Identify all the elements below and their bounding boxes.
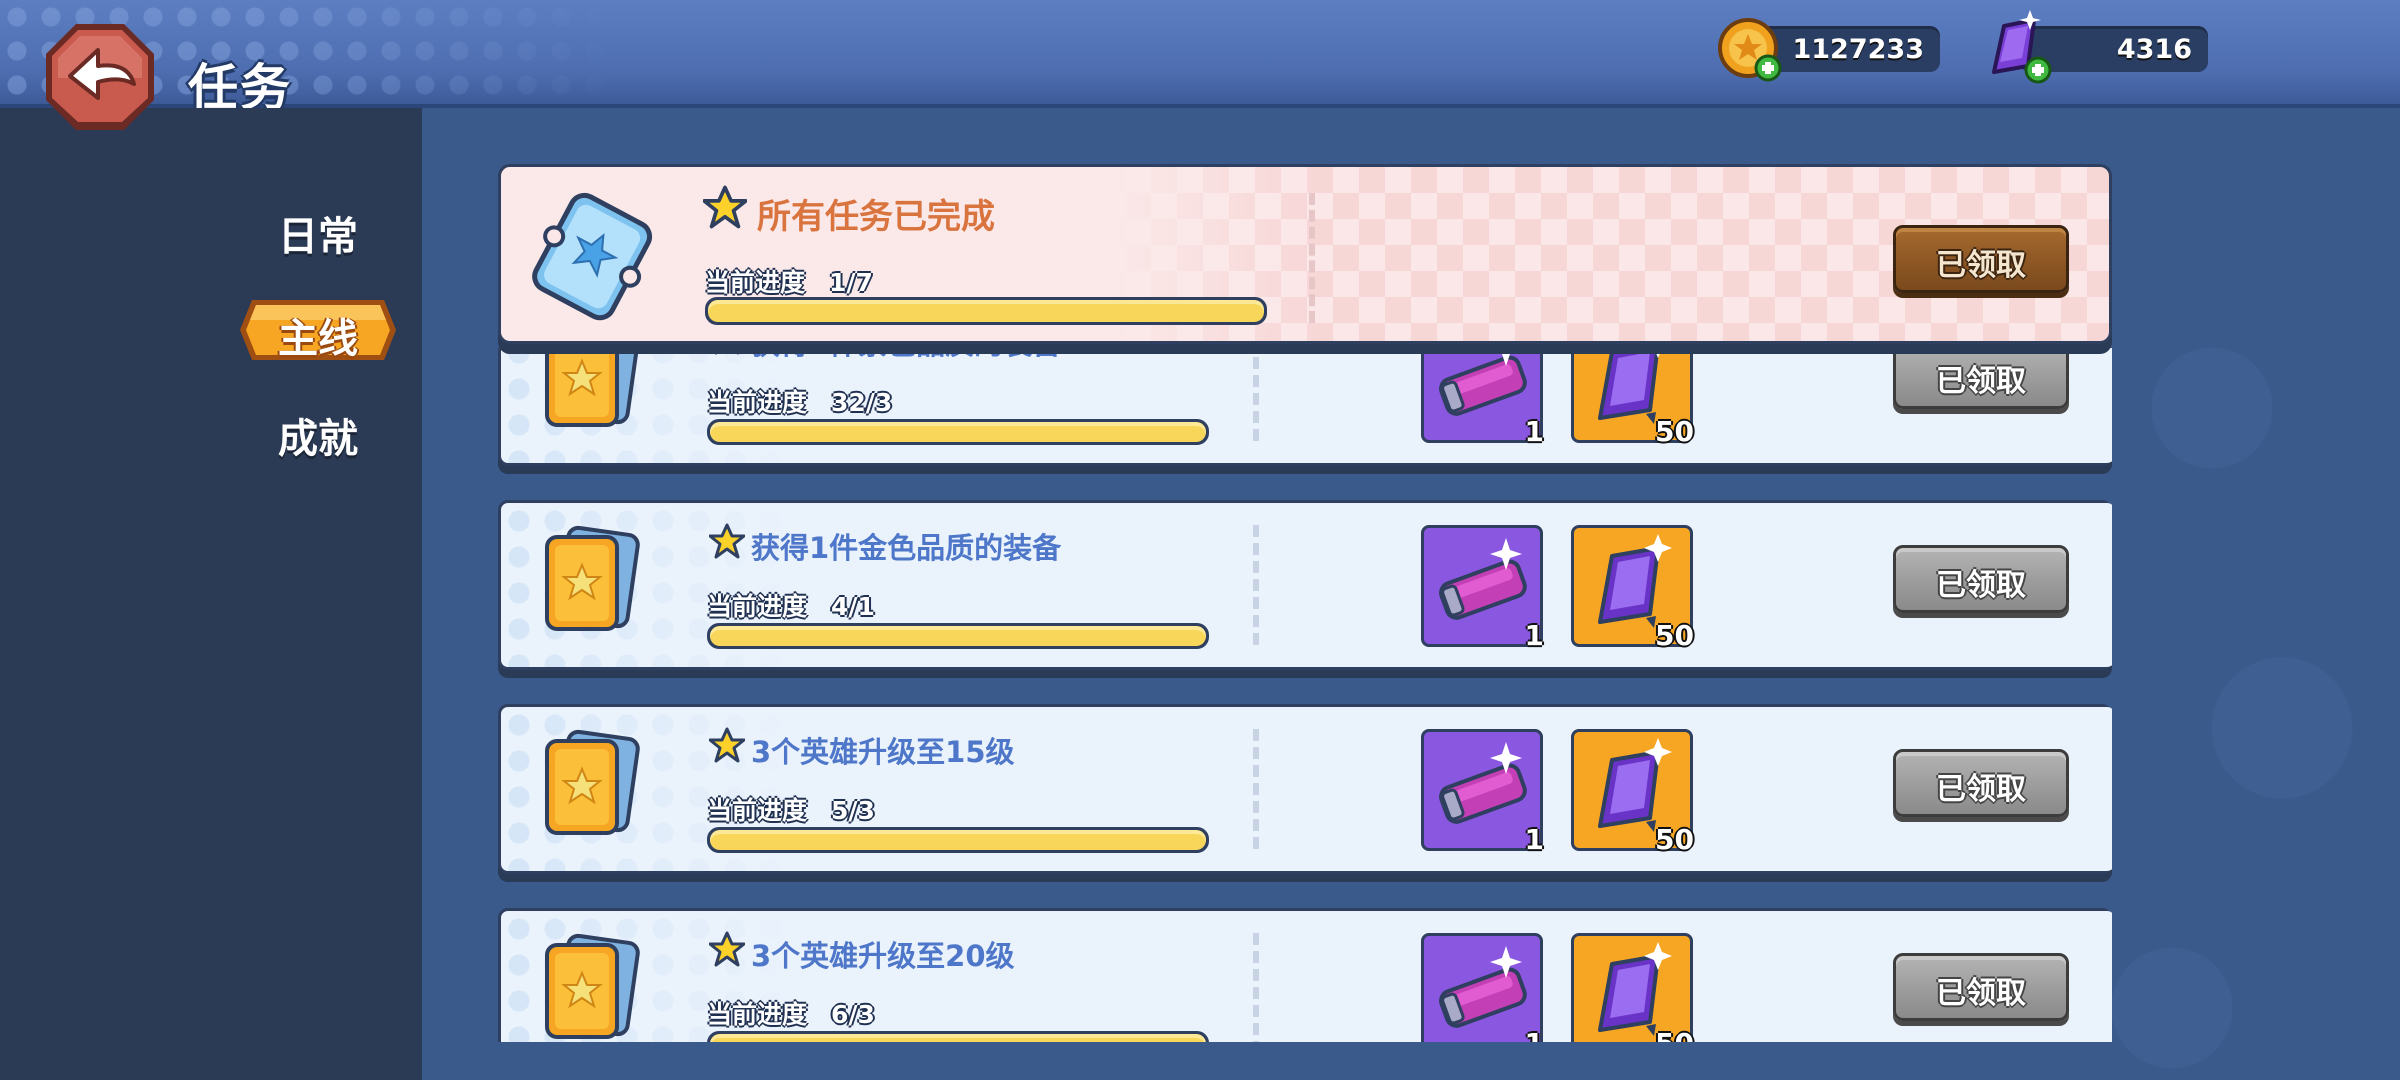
sidebar xyxy=(0,108,422,1080)
divider xyxy=(1253,348,1259,441)
all-tasks-summary-card: 所有任务已完成 当前进度 1/7 已领取 xyxy=(498,164,2112,344)
reward-slot[interactable]: 50 xyxy=(1571,729,1694,856)
progress-label: 当前进度 5/3 xyxy=(707,796,875,825)
task-list[interactable]: 获得1件紫色品质的装备 当前进度32/3 1 50 已领取 获得1件金色品质的装… xyxy=(498,348,2112,1042)
task-card: 获得1件金色品质的装备 当前进度 4/1 1 50 已领取 xyxy=(498,500,2112,670)
reward-count: 50 xyxy=(1655,619,1694,652)
task-title: 获得1件金色品质的装备 xyxy=(709,523,1061,567)
sidebar-item-achievements[interactable]: 成就 xyxy=(278,406,358,464)
progress-label: 当前进度 32/3 xyxy=(707,388,893,417)
summary-title: 所有任务已完成 xyxy=(703,185,995,238)
claimed-button[interactable]: 已领取 xyxy=(1893,545,2069,613)
claimed-button[interactable]: 已领取 xyxy=(1893,953,2069,1021)
task-card-icon xyxy=(545,729,640,835)
progress-bar xyxy=(707,419,1209,445)
purple-gem-icon[interactable] xyxy=(1982,8,2052,88)
progress-fill xyxy=(708,300,1264,322)
progress-value: 4/1 xyxy=(831,592,875,621)
star-icon xyxy=(709,727,745,763)
sidebar-item-main-label: 主线 xyxy=(278,316,358,362)
reward-slot[interactable]: 50 xyxy=(1571,348,1694,448)
reward-count: 50 xyxy=(1655,823,1694,856)
divider xyxy=(1309,193,1315,323)
progress-bar xyxy=(705,297,1267,325)
task-card: 3个英雄升级至15级 当前进度 5/3 1 50 已领取 xyxy=(498,704,2112,874)
progress-value: 6/3 xyxy=(831,1000,875,1029)
progress-label: 当前进度 6/3 xyxy=(707,1000,875,1029)
progress-label: 当前进度 1/7 xyxy=(705,268,873,297)
sidebar-item-daily[interactable]: 日常 xyxy=(278,204,358,262)
purple-scroll-icon xyxy=(1439,348,1527,416)
progress-fill xyxy=(710,830,1206,850)
purple-scroll-icon xyxy=(1439,742,1527,824)
star-icon xyxy=(714,348,740,355)
purple-scroll-icon xyxy=(1439,946,1527,1028)
reward-count: 1 xyxy=(1525,1027,1544,1042)
progress-bar xyxy=(707,1031,1209,1042)
reward-count: 1 xyxy=(1524,415,1544,448)
reward-slot[interactable]: 50 xyxy=(1571,525,1694,652)
task-card-icon xyxy=(545,933,640,1039)
reward-count: 1 xyxy=(1524,619,1544,652)
task-title: 3个英雄升级至20级 xyxy=(709,931,1015,975)
purple-scroll-icon xyxy=(1439,538,1527,620)
reward-slot[interactable]: 1 xyxy=(1421,933,1544,1042)
progress-value: 5/3 xyxy=(831,796,875,825)
task-title: 获得1件紫色品质的装备 xyxy=(714,348,1061,363)
ticket-icon xyxy=(532,192,653,321)
reward-slot[interactable]: 1 xyxy=(1421,729,1544,856)
star-icon xyxy=(709,931,745,967)
task-card: 获得1件紫色品质的装备 当前进度32/3 1 50 已领取 xyxy=(498,348,2112,466)
star-icon xyxy=(703,185,747,229)
progress-value: 1/7 xyxy=(829,268,873,297)
gold-value: 1127233 xyxy=(1792,34,1924,65)
reward-count: 50 xyxy=(1655,1027,1694,1042)
progress-bar xyxy=(707,827,1209,853)
task-card-icon xyxy=(545,525,640,631)
divider xyxy=(1253,525,1259,645)
task-card-icon xyxy=(545,348,640,427)
reward-slot[interactable]: 1 xyxy=(1421,525,1544,652)
reward-slot[interactable]: 50 xyxy=(1571,933,1694,1042)
reward-count: 1 xyxy=(1524,823,1544,856)
divider xyxy=(1253,729,1259,849)
progress-fill xyxy=(710,626,1206,646)
claimed-button[interactable]: 已领取 xyxy=(1893,348,2069,409)
progress-label: 当前进度 4/1 xyxy=(707,592,875,621)
progress-value: 32/3 xyxy=(831,388,893,417)
star-icon xyxy=(709,523,745,559)
back-button[interactable] xyxy=(40,18,160,136)
claimed-button[interactable]: 已领取 xyxy=(1893,749,2069,817)
task-card: 3个英雄升级至20级 当前进度6/3 1 50 已领取 xyxy=(498,908,2112,1042)
summary-claimed-button[interactable]: 已领取 xyxy=(1893,225,2069,293)
progress-fill xyxy=(710,1034,1206,1042)
reward-count: 50 xyxy=(1655,415,1694,448)
back-arrow-icon xyxy=(46,24,154,130)
progress-bar xyxy=(707,623,1209,649)
sidebar-item-main[interactable]: 主线 xyxy=(236,296,400,364)
gold-coin-icon[interactable] xyxy=(1716,16,1786,86)
reward-slot[interactable]: 1 xyxy=(1421,348,1544,448)
divider xyxy=(1253,933,1259,1042)
progress-fill xyxy=(710,422,1206,442)
gem-value: 4316 xyxy=(2116,34,2192,65)
task-title: 3个英雄升级至15级 xyxy=(709,727,1015,771)
